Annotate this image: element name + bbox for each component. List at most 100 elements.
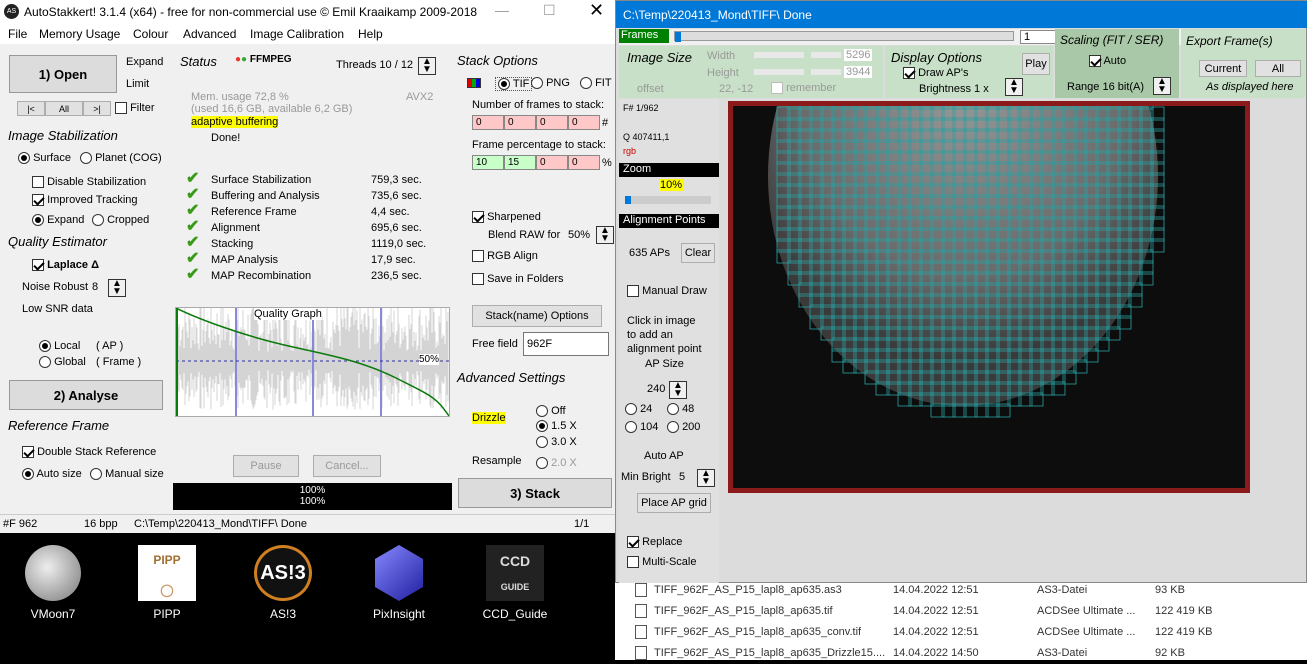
offset-value: 22, -12 — [719, 83, 754, 95]
height-slider-2[interactable] — [811, 69, 841, 75]
expand-radio[interactable]: Expand — [32, 214, 84, 227]
double-stack-checkbox[interactable]: Double Stack Reference — [22, 446, 156, 459]
height-slider[interactable] — [754, 69, 804, 75]
disable-stab-checkbox[interactable]: Disable Stabilization — [32, 176, 146, 189]
fit-radio[interactable]: FIT — [580, 77, 612, 90]
menu-colour[interactable]: Colour — [133, 27, 168, 41]
frames-slider[interactable] — [674, 31, 1014, 42]
nframes-4[interactable]: 0 — [568, 115, 600, 130]
tif-radio[interactable]: TIF — [495, 77, 533, 92]
laplace-checkbox[interactable]: Laplace Δ — [32, 259, 99, 272]
menu-file[interactable]: File — [8, 27, 27, 41]
export-current-button[interactable]: Current — [1199, 60, 1247, 77]
drizzle-30-radio[interactable]: 3.0 X — [536, 436, 577, 449]
menu-advanced[interactable]: Advanced — [183, 27, 236, 41]
local-radio[interactable]: Local — [39, 340, 80, 353]
manual-size-radio[interactable]: Manual size — [90, 468, 164, 481]
desktop-icon-pipp[interactable]: PIPP ◯ PIPP — [132, 545, 202, 621]
quality-value: Q 407411,1 — [623, 132, 670, 142]
analyse-button[interactable]: 2) Analyse — [9, 380, 163, 410]
image-view[interactable] — [728, 101, 1250, 493]
ap-size-104-radio[interactable]: 104 — [625, 421, 658, 434]
png-radio[interactable]: PNG — [531, 77, 570, 90]
stack-options-title: Stack Options — [457, 53, 538, 68]
task-name: MAP Analysis — [211, 254, 279, 266]
file-row[interactable]: TIFF_962F_AS_P15_lapl8_ap635.tif 14.04.20… — [615, 601, 1307, 622]
desktop: VMoon7 PIPP ◯ PIPP AS!3 AS!3 PixInsight C… — [0, 533, 615, 660]
nav-last-button[interactable]: >| — [83, 101, 111, 116]
width-slider-2[interactable] — [811, 52, 841, 58]
auto-size-radio[interactable]: Auto size — [22, 468, 82, 481]
zoom-slider[interactable] — [625, 196, 711, 204]
ap-size-200-radio[interactable]: 200 — [667, 421, 700, 434]
nframes-1[interactable]: 0 — [472, 115, 504, 130]
nav-first-button[interactable]: |< — [17, 101, 45, 116]
improved-tracking-checkbox[interactable]: Improved Tracking — [32, 194, 138, 207]
fpct-4[interactable]: 0 — [568, 155, 600, 170]
replace-checkbox[interactable]: Replace — [627, 536, 682, 549]
filter-checkbox[interactable]: Filter — [115, 102, 155, 115]
maximize-icon[interactable]: ☐ — [543, 2, 556, 19]
auto-checkbox[interactable]: Auto — [1089, 55, 1126, 68]
stack-button[interactable]: 3) Stack — [458, 478, 612, 508]
cropped-radio[interactable]: Cropped — [92, 214, 149, 227]
min-bright-stepper[interactable]: ▲ ▼ — [697, 469, 715, 487]
width-slider[interactable] — [754, 52, 804, 58]
file-row[interactable]: TIFF_962F_AS_P15_lapl8_ap635_Drizzle15..… — [615, 643, 1307, 664]
export-all-button[interactable]: All — [1255, 60, 1301, 77]
desktop-icon-as3[interactable]: AS!3 AS!3 — [248, 545, 318, 621]
moon-image[interactable] — [733, 106, 1245, 488]
file-row[interactable]: TIFF_962F_AS_P15_lapl8_ap635.as3 14.04.20… — [615, 580, 1307, 601]
titlebar: AS AutoStakkert! 3.1.4 (x64) - free for … — [0, 0, 615, 24]
fpct-3[interactable]: 0 — [536, 155, 568, 170]
stackname-button[interactable]: Stack(name) Options — [472, 305, 602, 327]
ap-size-stepper[interactable]: ▲ ▼ — [669, 381, 687, 399]
fpct-1[interactable]: 10 — [472, 155, 504, 170]
draw-aps-checkbox[interactable]: Draw AP's — [903, 67, 968, 80]
nframes-2[interactable]: 0 — [504, 115, 536, 130]
desktop-icon-pixinsight[interactable]: PixInsight — [364, 545, 434, 621]
reference-frame-title: Reference Frame — [8, 418, 110, 433]
play-button[interactable]: Play — [1022, 53, 1050, 75]
planet-radio[interactable]: Planet (COG) — [80, 152, 162, 165]
free-field-input[interactable]: 962F — [523, 332, 609, 356]
brightness-stepper[interactable]: ▲ ▼ — [1005, 78, 1023, 96]
multi-scale-checkbox[interactable]: Multi-Scale — [627, 556, 696, 569]
file-row[interactable]: TIFF_962F_AS_P15_lapl8_ap635_conv.tif 14.… — [615, 622, 1307, 643]
noise-robust-stepper[interactable]: ▲ ▼ — [108, 279, 126, 297]
minimize-icon[interactable]: — — [495, 2, 509, 18]
desktop-icon-vmoon[interactable]: VMoon7 — [18, 545, 88, 621]
clear-aps-button[interactable]: Clear — [681, 243, 715, 263]
drizzle-off-radio[interactable]: Off — [536, 405, 566, 418]
desktop-icon-ccd[interactable]: CCD GUIDE CCD_Guide — [480, 545, 550, 621]
menu-memory[interactable]: Memory Usage — [39, 27, 120, 41]
sharpened-checkbox[interactable]: Sharpened — [472, 211, 541, 224]
rgb-align-checkbox[interactable]: RGB Align — [472, 250, 538, 263]
ap-size-48-radio[interactable]: 48 — [667, 403, 694, 416]
cancel-button[interactable]: Cancel... — [313, 455, 381, 477]
fpct-2[interactable]: 15 — [504, 155, 536, 170]
nav-all-button[interactable]: All — [45, 101, 83, 116]
threads-stepper[interactable]: ▲ ▼ — [418, 57, 436, 75]
drizzle-15-radio[interactable]: 1.5 X — [536, 420, 577, 433]
global-radio[interactable]: Global — [39, 356, 86, 369]
menu-help[interactable]: Help — [358, 27, 383, 41]
blend-stepper[interactable]: ▲ ▼ — [596, 226, 614, 244]
open-button[interactable]: 1) Open — [9, 55, 117, 93]
manual-draw-checkbox[interactable]: Manual Draw — [627, 285, 707, 298]
nframes-3[interactable]: 0 — [536, 115, 568, 130]
frame-number-input[interactable]: 1 — [1020, 30, 1056, 44]
place-ap-grid-button[interactable]: Place AP grid — [637, 493, 711, 513]
remember-checkbox[interactable]: remember — [771, 82, 836, 95]
surface-radio[interactable]: Surface — [18, 152, 71, 165]
range-stepper[interactable]: ▲ ▼ — [1153, 77, 1171, 95]
task-time: 236,5 sec. — [371, 270, 422, 282]
menu-calibration[interactable]: Image Calibration — [250, 27, 344, 41]
limit-label[interactable]: Limit — [126, 78, 149, 90]
resample-20-radio[interactable]: 2.0 X — [536, 457, 577, 470]
save-folders-checkbox[interactable]: Save in Folders — [472, 273, 564, 286]
close-icon[interactable]: ✕ — [589, 0, 604, 21]
ap-size-24-radio[interactable]: 24 — [625, 403, 652, 416]
expand-label[interactable]: Expand — [126, 56, 163, 68]
pause-button[interactable]: Pause — [233, 455, 299, 477]
